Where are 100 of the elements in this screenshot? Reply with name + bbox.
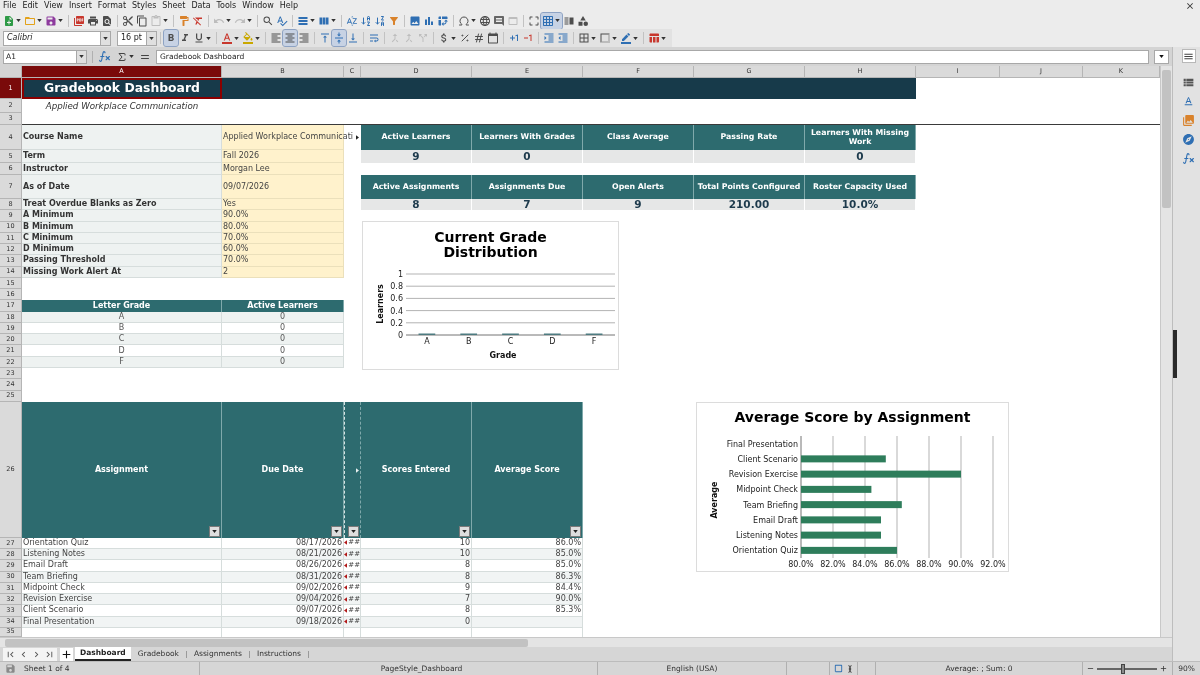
caret-icon [334,529,339,533]
setting-value: 2 [223,267,229,276]
caret-icon [16,19,21,22]
filter-button[interactable] [209,525,220,537]
column-label: Scores Entered [381,465,451,474]
number-format-button[interactable] [472,30,486,46]
category-label: Client Scenario [737,454,798,464]
photo-gallery-icon[interactable] [1182,114,1195,127]
bold-button[interactable] [164,30,178,46]
center-vertically-button[interactable] [332,30,346,46]
filter-button[interactable] [348,525,359,537]
table-cell: 86.3% [472,571,583,583]
caret-icon [351,529,356,533]
category-label: Team Briefing [743,500,798,510]
setting-value: Morgan Lee [223,164,270,173]
axis-title: Average [710,481,719,519]
axis-title: Learners [376,284,385,324]
image-icon [409,14,421,27]
selection-mode-icon[interactable] [832,663,844,674]
axis-tick-label: 0.6 [390,294,403,304]
axis-tick-label: 82.0% [820,560,846,569]
align-right-icon [298,32,310,44]
merge-arrows-icon [403,32,415,44]
sidebar-collapse-handle[interactable] [1173,330,1177,378]
setting-label: Passing Threshold [22,255,222,267]
sigma-icon[interactable] [116,50,128,63]
menu-item[interactable]: Window [241,2,275,10]
zoom-in-icon[interactable] [1159,664,1168,673]
align-top-icon [319,32,331,44]
border-color-button[interactable] [619,30,640,46]
menu-item[interactable]: Tools [215,2,238,10]
horizontal-scrollbar[interactable] [0,637,1172,647]
speech-bubble-icon [493,14,505,27]
category-label: F [591,337,597,346]
setting-value: 60.0% [223,245,249,254]
dropdown-button[interactable] [146,31,156,45]
font-size-field[interactable]: 16 pt [117,30,157,46]
table-cell: 08/31/2026 [222,571,344,583]
kpi-value-cell: 8 [361,199,472,211]
menu-item[interactable]: Data [190,2,212,10]
sidebar-menu-button[interactable] [1181,49,1196,63]
list-icon[interactable] [1182,76,1195,89]
filter-button[interactable] [331,525,342,537]
table-cell: 09/04/2026 [222,594,344,606]
column-label: Average Score [494,465,560,474]
menu-item[interactable]: Help [278,2,300,10]
date-format-button[interactable] [486,30,500,46]
font-name-field[interactable]: Calibri [3,30,111,46]
menu-item[interactable]: File [2,2,18,10]
zoom-slider-thumb[interactable] [1120,663,1125,674]
caret-icon [612,36,617,40]
page-magnifier-icon [101,14,113,27]
kpi-value-cell: 10.0% [805,199,916,211]
table-cell: Listening Notes [22,549,222,561]
sort-ascending-icon [360,14,372,27]
borders-icon [578,32,590,44]
expand-formula-button[interactable] [1154,49,1169,64]
pdf-document-icon [73,14,85,27]
category-label: Midpoint Check [736,485,798,495]
function-icon[interactable] [1182,152,1195,165]
close-icon[interactable] [1185,1,1195,11]
scrollbar-thumb[interactable] [1162,70,1171,208]
axis-tick-label: 0.8 [390,282,403,292]
menu-item[interactable]: Sheet [161,2,187,10]
menu-item[interactable]: Styles [131,2,158,10]
compass-icon[interactable] [1182,133,1195,146]
table-cell: 09/07/2026 [222,605,344,617]
sort-descending-icon [374,14,386,27]
dropdown-button[interactable] [100,31,110,45]
italic-icon [179,32,191,44]
freeze-button[interactable] [541,12,562,29]
caret-icon [212,529,217,533]
menu-item[interactable]: Format [96,2,128,10]
column-label: Due Date [261,465,304,474]
scrollbar-thumb[interactable] [5,638,528,647]
scissors-icon [122,14,134,27]
dropdown-button[interactable] [76,50,86,63]
caret-icon [573,529,578,533]
save-icon [45,14,57,27]
plus-one-icon [508,32,520,44]
kpi-value-cell: 0 [472,150,583,163]
align-center-button[interactable] [283,30,297,46]
merge-icon [389,32,401,44]
function-icon[interactable] [98,50,111,63]
menu-item[interactable]: Edit [21,2,39,10]
vertical-scrollbar[interactable] [1160,66,1172,637]
setting-label: D Minimum [22,244,222,256]
kpi-value-cell: 0 [805,150,916,163]
chart-title: Average Score by Assignment [734,409,971,425]
setting-label: As of Date [22,175,222,199]
filter-button[interactable] [570,525,581,537]
shapes-icon [577,14,589,27]
spellcheck-icon [276,14,288,27]
table-cell: 0 [222,334,344,346]
menu-item[interactable]: Insert [67,2,93,10]
menu-item[interactable]: View [42,2,64,10]
text-format-icon[interactable] [1182,95,1195,108]
add-sheet-button[interactable] [60,647,73,661]
filter-button[interactable] [459,525,470,537]
document-status-icon[interactable] [5,663,16,674]
